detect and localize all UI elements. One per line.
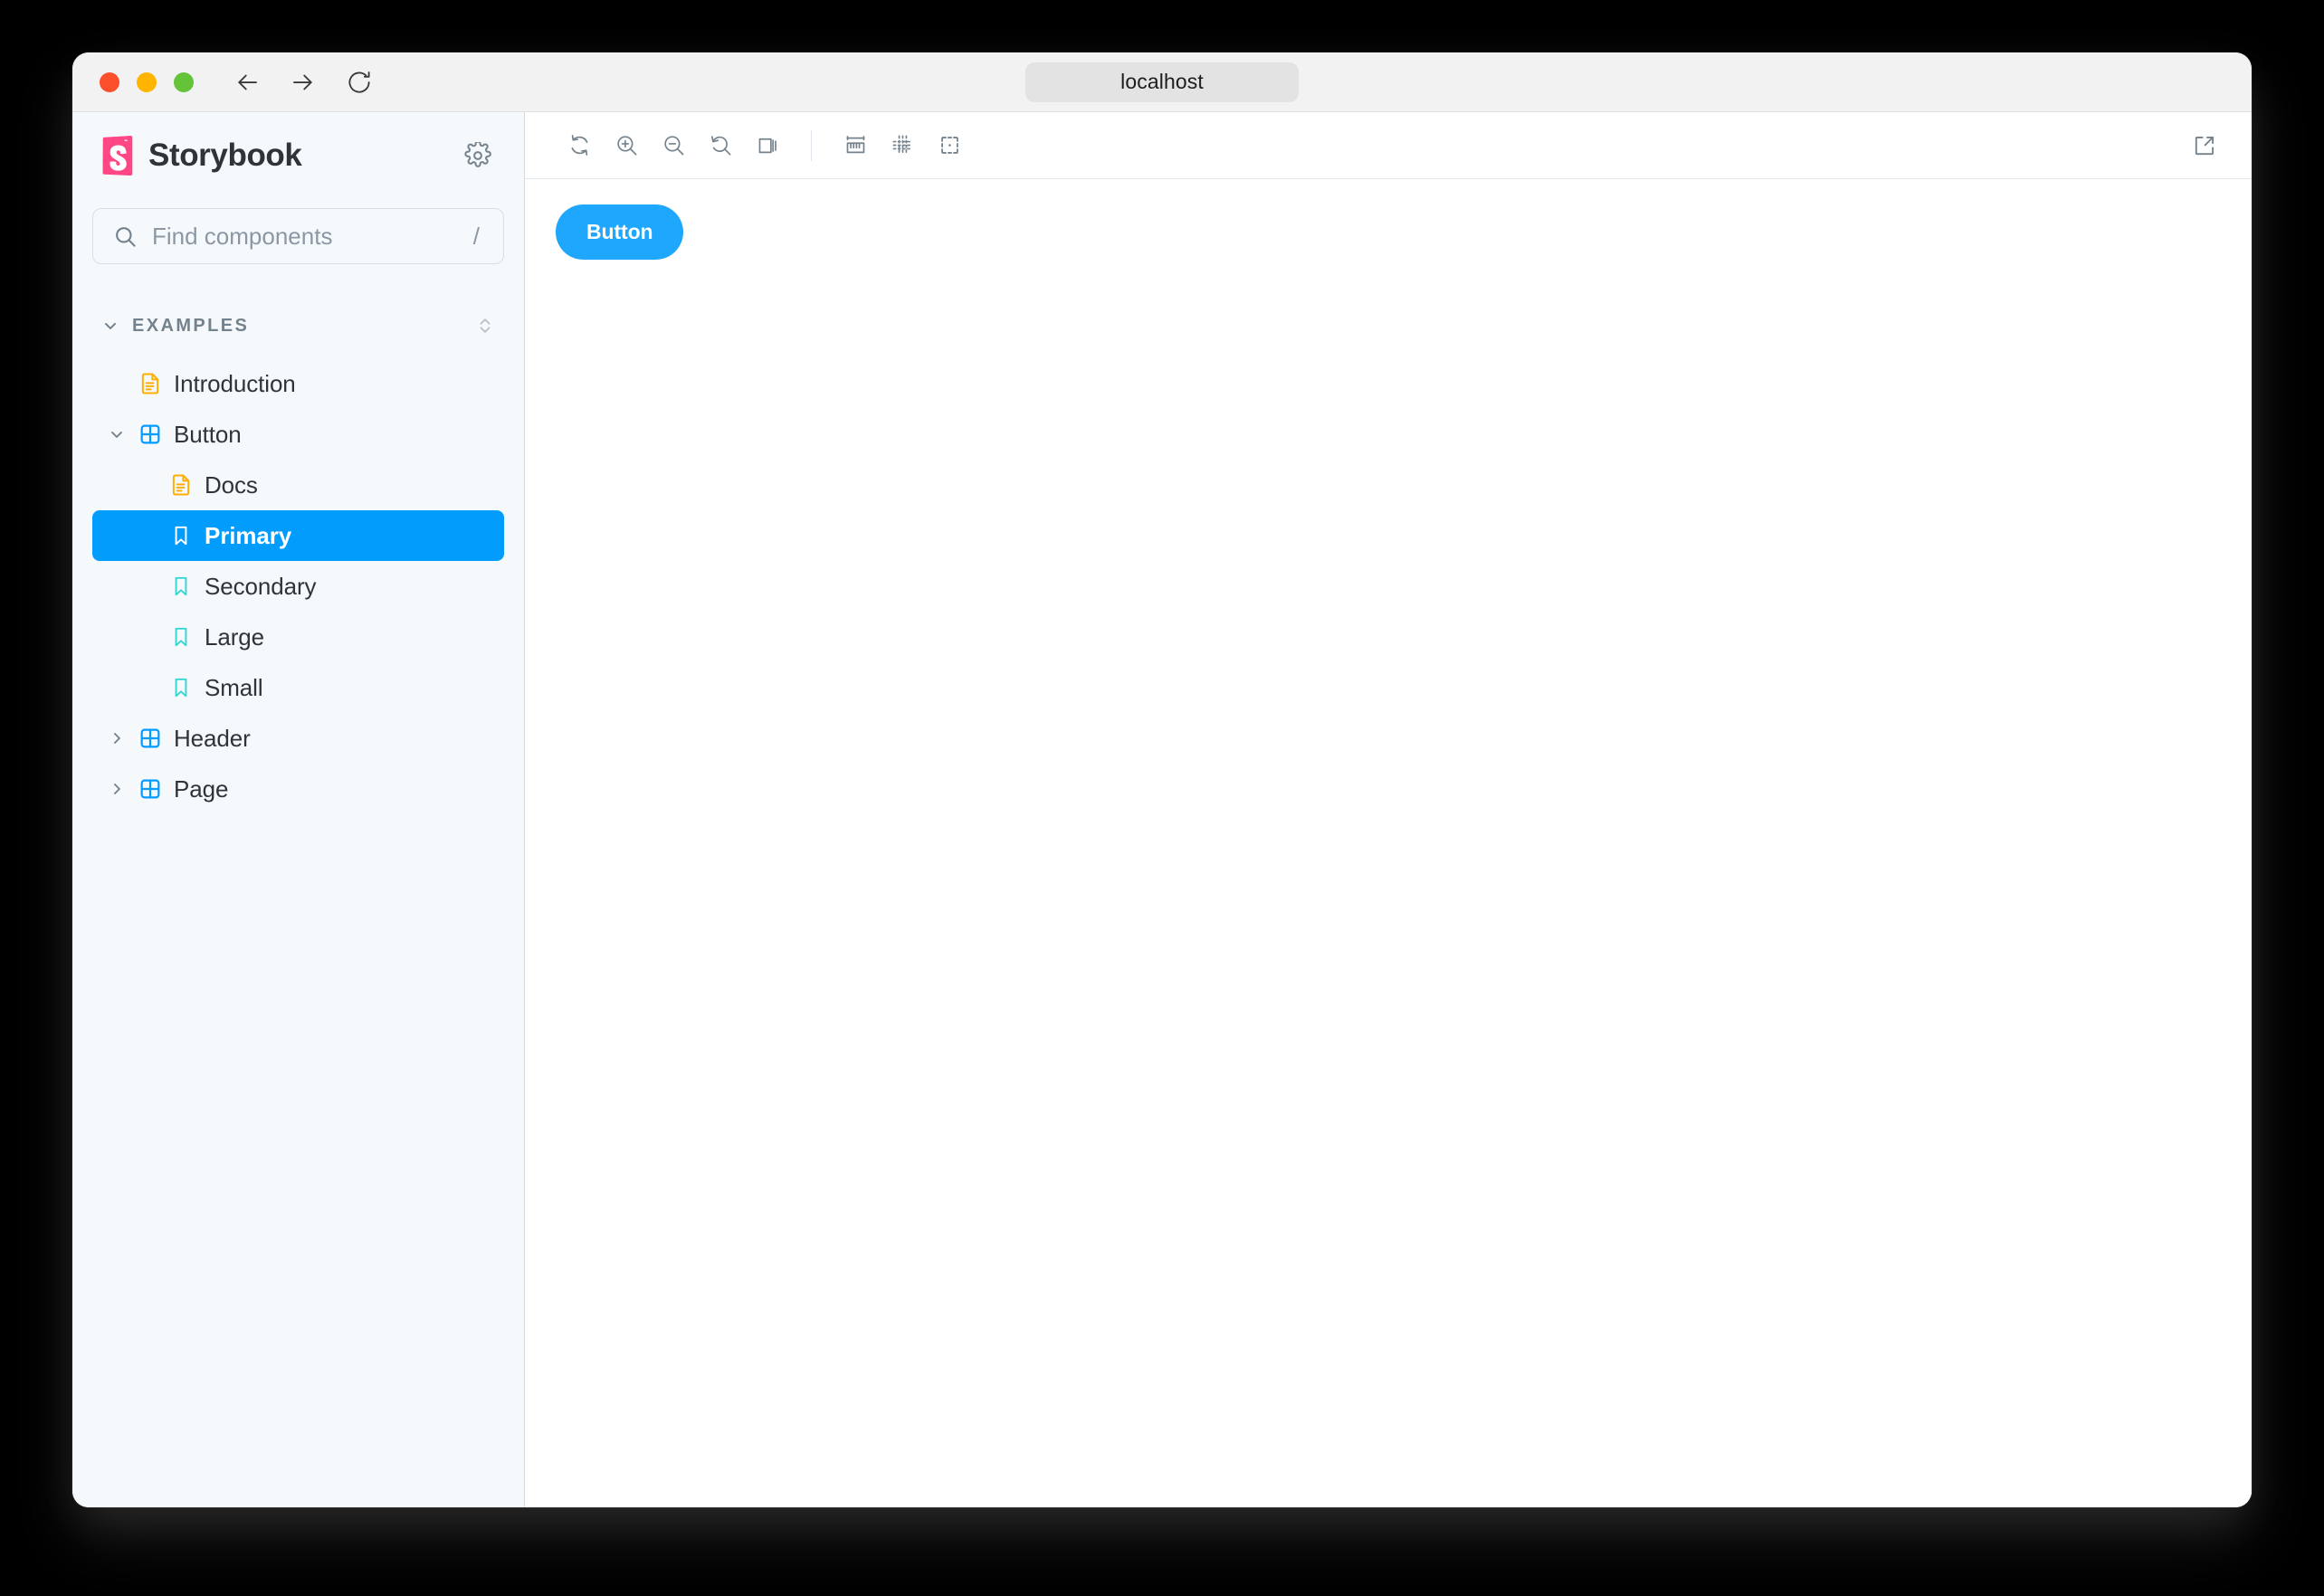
zoom-in-icon[interactable]: [603, 122, 650, 169]
document-icon: [163, 472, 199, 498]
component-grid-icon: [132, 776, 168, 802]
sidebar-item-label: Large: [205, 622, 264, 651]
back-arrow-icon[interactable]: [232, 67, 262, 98]
sidebar-item-label: Small: [205, 673, 263, 701]
maximize-window-button[interactable]: [174, 71, 194, 92]
sidebar-item-label: Primary: [205, 521, 292, 549]
preview-pane: Button: [525, 112, 2252, 1507]
tree-group-label: EXAMPLES: [132, 315, 250, 336]
external-link-icon[interactable]: [2181, 122, 2228, 169]
gear-icon[interactable]: [461, 138, 495, 173]
address-bar[interactable]: localhost: [1025, 62, 1299, 102]
tree-group-examples[interactable]: EXAMPLES: [92, 306, 504, 346]
sidebar-item-button[interactable]: Button: [92, 409, 504, 460]
sidebar-item-header[interactable]: Header: [92, 713, 504, 764]
search-shortcut-hint: /: [472, 222, 480, 250]
minimize-window-button[interactable]: [137, 71, 157, 92]
zoom-out-icon[interactable]: [650, 122, 697, 169]
component-grid-icon: [132, 726, 168, 751]
bookmark-icon: [163, 524, 199, 547]
bookmark-icon: [163, 625, 199, 649]
app-body: Storybook /: [72, 112, 2252, 1507]
bookmark-icon: [163, 676, 199, 699]
brand-name: Storybook: [148, 138, 302, 173]
storybook-brand[interactable]: Storybook: [101, 136, 302, 176]
tree-group-left: EXAMPLES: [101, 316, 249, 337]
reload-icon[interactable]: [344, 67, 375, 98]
sidebar-item-introduction[interactable]: Introduction: [92, 358, 504, 409]
sidebar-header: Storybook: [92, 112, 504, 199]
zoom-reset-icon[interactable]: [697, 122, 744, 169]
sidebar-item-page[interactable]: Page: [92, 764, 504, 814]
sidebar-item-label: Button: [174, 420, 242, 448]
sidebar-item-small[interactable]: Small: [92, 662, 504, 713]
chevron-right-icon[interactable]: [101, 729, 132, 747]
traffic-lights: [100, 71, 194, 92]
browser-titlebar: localhost: [72, 52, 2252, 112]
sidebar-item-label: Header: [174, 724, 251, 752]
sidebar-item-secondary[interactable]: Secondary: [92, 561, 504, 612]
chevron-right-icon[interactable]: [101, 780, 132, 798]
component-grid-icon: [132, 422, 168, 447]
sidebar-item-label: Secondary: [205, 572, 317, 600]
sidebar-item-label: Page: [174, 774, 229, 803]
storybook-logo-icon: [102, 136, 133, 176]
forward-arrow-icon[interactable]: [288, 67, 319, 98]
expand-collapse-icon[interactable]: [475, 314, 495, 337]
close-window-button[interactable]: [100, 71, 119, 92]
outline-icon[interactable]: [926, 122, 973, 169]
browser-window: localhost Storybook Find components / EX…: [72, 52, 2252, 1507]
sidebar-item-docs[interactable]: Docs: [92, 460, 504, 510]
document-icon: [132, 371, 168, 396]
browser-navigation: [232, 67, 375, 98]
ruler-icon[interactable]: [832, 122, 879, 169]
sidebar-item-primary[interactable]: Primary: [92, 510, 504, 561]
search-box[interactable]: /: [92, 208, 504, 264]
chevron-down-icon[interactable]: [101, 425, 132, 443]
story-canvas: Button: [525, 179, 2252, 1507]
sidebar-item-label: Introduction: [174, 369, 296, 397]
backgrounds-icon[interactable]: [744, 122, 791, 169]
toolbar-divider: [811, 129, 812, 161]
sidebar: Storybook /: [72, 112, 525, 1507]
bookmark-icon: [163, 575, 199, 598]
address-bar-text: localhost: [1120, 70, 1204, 93]
sidebar-item-label: Docs: [205, 470, 258, 499]
component-tree: EXAMPLES Introduction Button Docs Primar…: [92, 306, 504, 814]
sidebar-item-large[interactable]: Large: [92, 612, 504, 662]
canvas-toolbar: [525, 112, 2252, 179]
story-primary-button[interactable]: Button: [556, 204, 684, 260]
chevron-down-icon: [101, 317, 119, 335]
search-input[interactable]: [152, 222, 459, 251]
search-icon: [113, 224, 138, 249]
remount-icon[interactable]: [556, 122, 603, 169]
grid-icon[interactable]: [879, 122, 926, 169]
